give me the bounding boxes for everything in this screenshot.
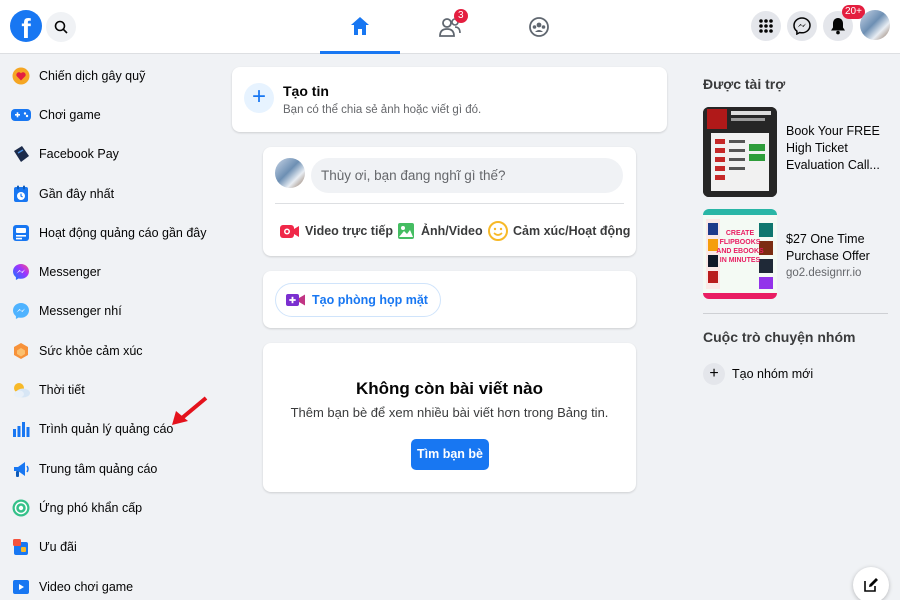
- group-conversations-heading: Cuộc trò chuyện nhóm: [703, 329, 856, 345]
- sidebar-item-fundraisers[interactable]: Chiến dịch gây quỹ: [0, 56, 225, 95]
- find-friends-button[interactable]: Tìm bạn bè: [411, 439, 489, 470]
- profile-avatar[interactable]: [860, 10, 890, 40]
- ad-2-thumbnail: CREATE FLIPBOOKS AND EBOOKS IN MINUTES: [703, 209, 777, 299]
- create-story-card[interactable]: + Tạo tin Bạn có thể chia sẻ ảnh hoặc vi…: [232, 67, 667, 132]
- friend-requests-badge: 3: [454, 9, 468, 23]
- post-composer: Thùy ơi, bạn đang nghĩ gì thế? Video trự…: [263, 147, 636, 256]
- divider: [703, 313, 888, 314]
- messenger-icon: [11, 262, 31, 282]
- ad-center-icon: [11, 459, 31, 479]
- feeling-activity-label: Cảm xúc/Hoạt động: [513, 224, 631, 238]
- annotation-arrow-icon: [172, 396, 208, 425]
- menu-button[interactable]: [751, 11, 781, 41]
- sidebar-item-label: Gần đây nhất: [39, 186, 115, 201]
- feeling-activity-button[interactable]: Cảm xúc/Hoạt động: [488, 218, 630, 244]
- compose-icon: [864, 578, 878, 592]
- story-subtitle: Bạn có thể chia sẻ ảnh hoặc viết gì đó.: [283, 104, 482, 116]
- bell-icon: [831, 18, 845, 35]
- gaming-video-icon: [11, 577, 31, 597]
- composer-input[interactable]: Thùy ơi, bạn đang nghĩ gì thế?: [311, 158, 623, 193]
- sidebar-item-label: Sức khỏe cảm xúc: [39, 343, 143, 358]
- sidebar-item-label: Thời tiết: [39, 383, 85, 398]
- feeling-activity-icon: [488, 221, 508, 241]
- messenger-icon: [793, 17, 811, 35]
- sidebar-item-label: Hoạt động quảng cáo gần đây: [39, 225, 207, 240]
- sidebar-item-recent-ad-activity[interactable]: Hoạt động quảng cáo gần đây: [0, 213, 225, 252]
- ad-2-title[interactable]: $27 One Time Purchase Offer go2.designrr…: [786, 231, 891, 282]
- sidebar-item-label: Messenger nhí: [39, 304, 122, 319]
- room-video-icon: [286, 294, 305, 306]
- ad-image-2[interactable]: CREATE FLIPBOOKS AND EBOOKS IN MINUTES: [703, 209, 777, 299]
- facebook-logo[interactable]: f: [10, 10, 42, 42]
- crisis-response-icon: [11, 498, 31, 518]
- offers-icon: [11, 537, 31, 557]
- sidebar-item-label: Facebook Pay: [39, 147, 119, 162]
- ad-2-title-text: $27 One Time Purchase Offer: [786, 232, 870, 263]
- top-navigation-bar: f 3 20+: [0, 0, 900, 54]
- sidebar-item-gaming-video[interactable]: Video chơi game: [0, 567, 225, 600]
- home-icon: [351, 16, 369, 35]
- create-new-group-button[interactable]: + Tạo nhóm mới: [703, 362, 813, 386]
- photo-video-icon: [396, 221, 416, 241]
- tab-groups[interactable]: [499, 0, 579, 54]
- sidebar-item-label: Ưu đãi: [39, 540, 77, 555]
- empty-feed-title: Không còn bài viết nào: [355, 379, 543, 398]
- live-video-icon: [280, 221, 300, 241]
- create-room-button[interactable]: Tạo phòng họp mặt: [275, 283, 441, 317]
- pay-icon: [11, 144, 31, 164]
- fundraiser-icon: [11, 66, 31, 86]
- photo-video-label: Ảnh/Video: [421, 224, 483, 238]
- ads-manager-icon: [11, 419, 31, 439]
- story-title: Tạo tin: [283, 83, 329, 99]
- new-message-button[interactable]: [853, 567, 889, 600]
- messenger-kids-icon: [11, 301, 31, 321]
- groups-icon: [529, 17, 549, 37]
- gaming-icon: [11, 105, 31, 125]
- ad-1-title[interactable]: Book Your FREE High Ticket Evaluation Ca…: [786, 123, 891, 174]
- sidebar-item-messenger-kids[interactable]: Messenger nhí: [0, 292, 225, 331]
- sidebar-item-offers[interactable]: Ưu đãi: [0, 528, 225, 567]
- create-room-card: Tạo phòng họp mặt: [263, 271, 636, 328]
- create-room-label: Tạo phòng họp mặt: [312, 293, 428, 307]
- live-video-button[interactable]: Video trực tiếp: [280, 218, 393, 244]
- sidebar-item-label: Video chơi game: [39, 579, 134, 594]
- sidebar-item-gaming[interactable]: Chơi game: [0, 95, 225, 134]
- sidebar-item-emotional-health[interactable]: Sức khỏe cảm xúc: [0, 331, 225, 370]
- tab-home[interactable]: [320, 0, 400, 54]
- divider: [275, 203, 624, 204]
- sponsored-heading: Được tài trợ: [703, 76, 786, 92]
- create-new-group-label: Tạo nhóm mới: [732, 367, 814, 381]
- search-button[interactable]: [46, 12, 76, 42]
- left-sidebar: Chiến dịch gây quỹ Chơi game Facebook Pa…: [0, 56, 225, 600]
- sidebar-item-ad-center[interactable]: Trung tâm quảng cáo: [0, 449, 225, 488]
- recent-icon: [11, 184, 31, 204]
- sidebar-item-most-recent[interactable]: Gần đây nhất: [0, 174, 225, 213]
- menu-grid-icon: [759, 19, 773, 33]
- sidebar-item-label: Ứng phó khẩn cấp: [39, 500, 143, 515]
- ad-2-domain: go2.designrr.io: [786, 267, 862, 279]
- search-icon: [54, 20, 68, 34]
- ad-1-thumbnail: [703, 107, 777, 197]
- composer-avatar[interactable]: [275, 158, 305, 188]
- empty-feed-subtitle: Thêm bạn bè để xem nhiều bài viết hơn tr…: [290, 405, 609, 420]
- emotional-health-icon: [11, 341, 31, 361]
- messenger-button[interactable]: [787, 11, 817, 41]
- live-video-label: Video trực tiếp: [305, 224, 394, 238]
- tab-friends[interactable]: 3: [410, 0, 490, 54]
- sidebar-item-label: Chơi game: [39, 107, 101, 122]
- sidebar-item-crisis-response[interactable]: Ứng phó khẩn cấp: [0, 488, 225, 527]
- weather-icon: [11, 380, 31, 400]
- ad-image-1[interactable]: [703, 107, 777, 197]
- plus-icon: +: [703, 363, 725, 385]
- photo-video-button[interactable]: Ảnh/Video: [396, 218, 483, 244]
- sidebar-item-label: Chiến dịch gây quỹ: [39, 68, 146, 83]
- sidebar-item-label: Trình quản lý quảng cáo: [39, 422, 174, 437]
- plus-icon: +: [244, 83, 274, 113]
- sidebar-item-facebook-pay[interactable]: Facebook Pay: [0, 135, 225, 174]
- sidebar-item-label: Trung tâm quảng cáo: [39, 461, 158, 476]
- recent-ad-activity-icon: [11, 223, 31, 243]
- empty-feed-card: Không còn bài viết nào Thêm bạn bè để xe…: [263, 343, 636, 492]
- sidebar-item-label: Messenger: [39, 265, 101, 280]
- sidebar-item-messenger[interactable]: Messenger: [0, 252, 225, 291]
